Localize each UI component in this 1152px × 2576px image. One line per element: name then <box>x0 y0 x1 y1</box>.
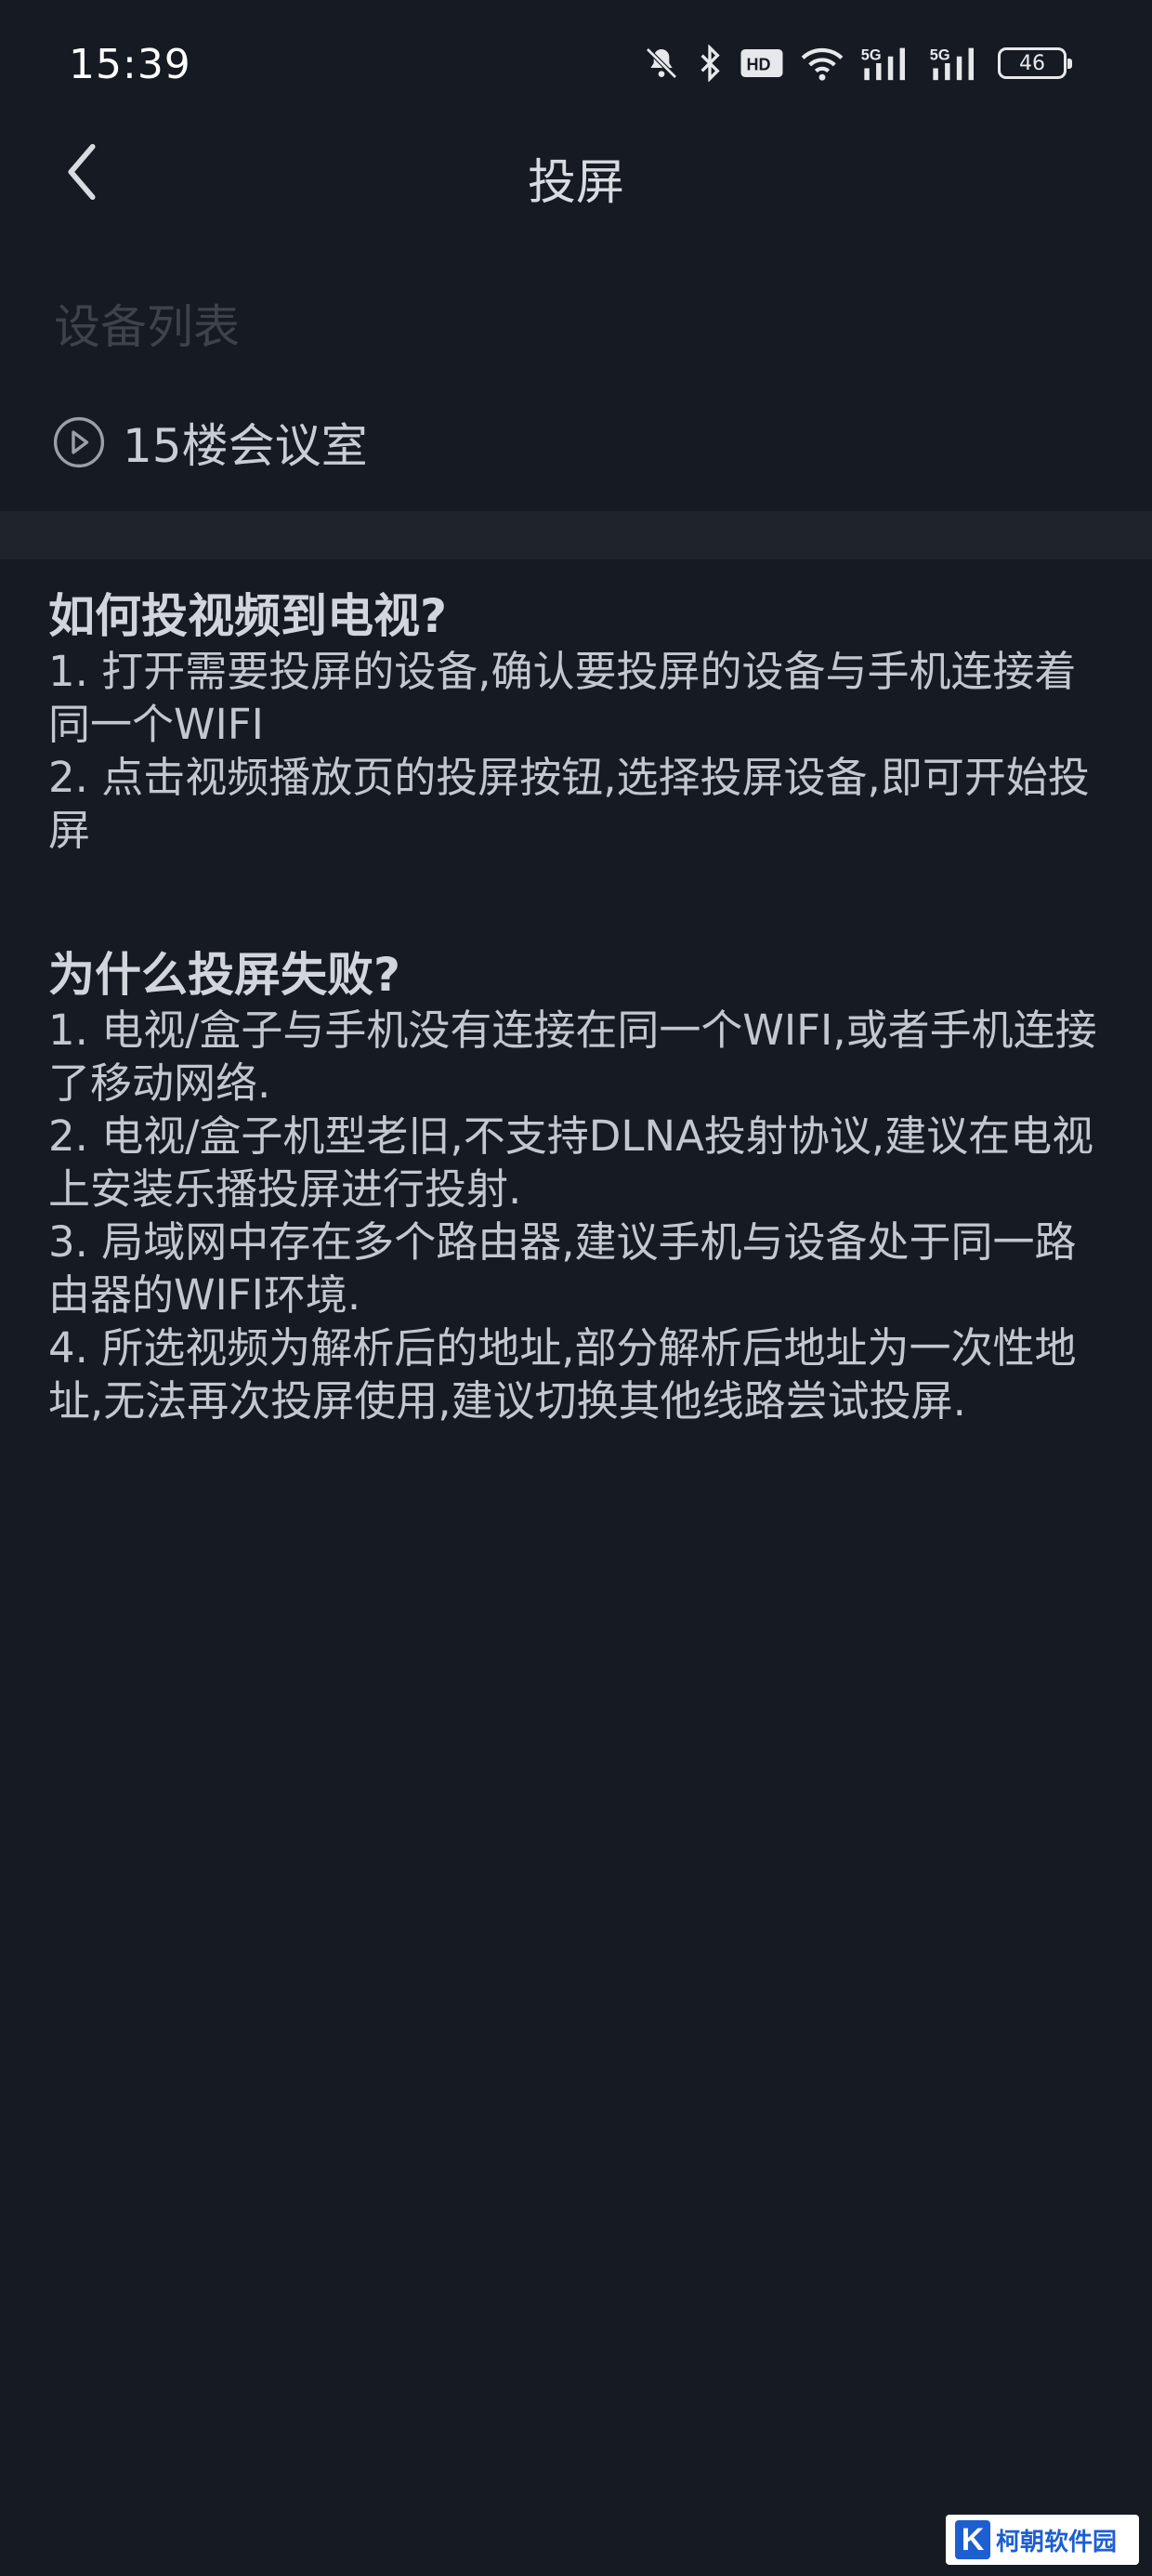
bluetooth-icon <box>700 45 720 82</box>
status-time: 15:39 <box>69 41 191 88</box>
battery-level: 46 <box>1019 51 1045 75</box>
watermark-logo: K 柯朝软件园 <box>946 2515 1139 2565</box>
help-content: 如何投视频到电视? 1. 打开需要投屏的设备,确认要投屏的设备与手机连接着同一个… <box>48 587 1107 1517</box>
svg-text:5G: 5G <box>861 46 882 63</box>
status-bar: 15:39 HD 5G 5G 46 <box>0 0 1152 139</box>
hd-icon: HD <box>740 49 783 77</box>
wifi-icon <box>801 47 844 81</box>
help-section-title: 如何投视频到电视? <box>48 589 448 643</box>
signal-5g-icon: 5G <box>861 46 905 81</box>
help-item: 2. 点击视频播放页的投屏按钮,选择投屏设备,即可开始投屏 <box>48 753 1090 855</box>
top-bar: 投屏 <box>0 130 1152 214</box>
battery-indicator: 46 <box>998 47 1072 79</box>
signal-5g-icon: 5G <box>930 46 974 81</box>
help-item: 1. 电视/盒子与手机没有连接在同一个WIFI,或者手机连接了移动网络. <box>48 1005 1097 1108</box>
help-item: 1. 打开需要投屏的设备,确认要投屏的设备与手机连接着同一个WIFI <box>48 647 1077 749</box>
device-list-label: 设备列表 <box>54 300 240 354</box>
section-divider <box>0 511 1152 559</box>
svg-text:HD: HD <box>747 56 771 74</box>
help-item: 3. 局域网中存在多个路由器,建议手机与设备处于同一路由器的WIFI环境. <box>48 1217 1077 1320</box>
help-item: 2. 电视/盒子机型老旧,不支持DLNA投射协议,建议在电视上安装乐播投屏进行投… <box>48 1111 1094 1214</box>
device-name: 15楼会议室 <box>123 419 368 473</box>
help-section: 为什么投屏失败? 1. 电视/盒子与手机没有连接在同一个WIFI,或者手机连接了… <box>48 946 1107 1427</box>
help-section-title: 为什么投屏失败? <box>48 948 401 1002</box>
watermark-k-icon: K <box>955 2520 990 2559</box>
help-item: 4. 所选视频为解析后的地址,部分解析后地址为一次性地址,无法再次投屏使用,建议… <box>48 1323 1077 1426</box>
help-section: 如何投视频到电视? 1. 打开需要投屏的设备,确认要投屏的设备与手机连接着同一个… <box>48 587 1107 857</box>
play-circle-icon <box>53 416 105 468</box>
status-icons: HD 5G 5G 46 <box>643 45 1072 82</box>
page-title: 投屏 <box>527 155 624 211</box>
watermark-text: 柯朝软件园 <box>996 2528 1118 2556</box>
svg-text:5G: 5G <box>930 46 950 63</box>
bell-muted-icon <box>646 47 677 79</box>
device-item[interactable]: 15楼会议室 <box>52 409 368 476</box>
